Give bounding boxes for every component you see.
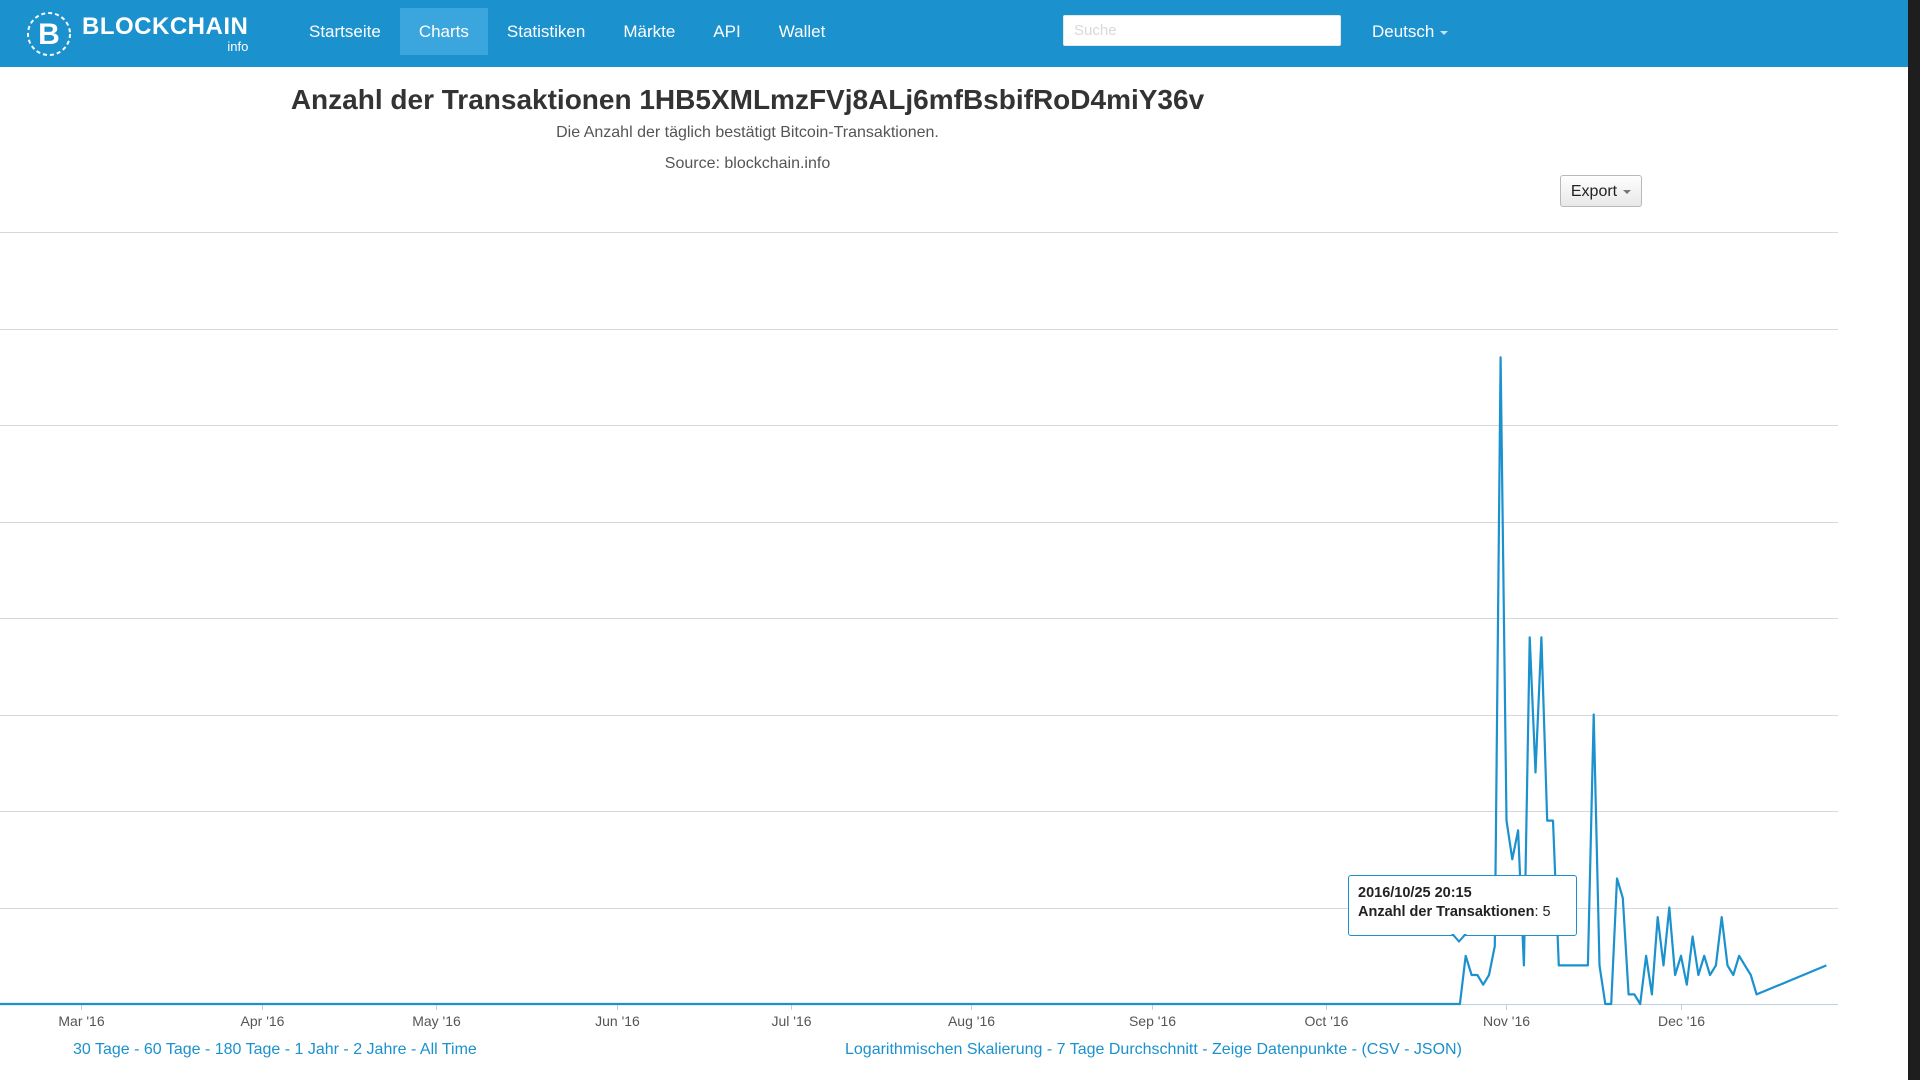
- option-link-show-datapoints[interactable]: Zeige Datenpunkte: [1212, 1041, 1347, 1058]
- export-link-json[interactable]: JSON: [1414, 1041, 1457, 1058]
- range-link-60-tage[interactable]: 60 Tage: [144, 1041, 201, 1058]
- range-link-all-time[interactable]: All Time: [420, 1041, 477, 1058]
- range-link-180-tage[interactable]: 180 Tage: [215, 1041, 281, 1058]
- x-tick-label: Sep '16: [1129, 1013, 1176, 1029]
- chart-option-links: Logarithmischen Skalierung - 7 Tage Durc…: [845, 1041, 1462, 1058]
- x-tick-label: Nov '16: [1483, 1013, 1530, 1029]
- option-link-7-day-average[interactable]: 7 Tage Durchschnitt: [1057, 1041, 1198, 1058]
- x-tick-label: Jun '16: [595, 1013, 640, 1029]
- chart-tooltip: 2016/10/25 20:15 Anzahl der Transaktione…: [1348, 875, 1577, 936]
- time-range-links: 30 Tage - 60 Tage - 180 Tage - 1 Jahr - …: [73, 1041, 477, 1058]
- tooltip-date: 2016/10/25 20:15: [1358, 885, 1472, 901]
- x-tick-label: Aug '16: [948, 1013, 995, 1029]
- range-link-2-jahre[interactable]: 2 Jahre: [353, 1041, 406, 1058]
- tooltip-pointer-inner: [1453, 933, 1465, 940]
- x-tick-label: Mar '16: [58, 1013, 104, 1029]
- x-tick-label: Dec '16: [1658, 1013, 1705, 1029]
- range-link-1-jahr[interactable]: 1 Jahr: [295, 1041, 339, 1058]
- x-tick-label: May '16: [412, 1013, 461, 1029]
- range-link-30-tage[interactable]: 30 Tage: [73, 1041, 130, 1058]
- option-link-log-scale[interactable]: Logarithmischen Skalierung: [845, 1041, 1042, 1058]
- tooltip-value: 5: [1542, 904, 1551, 920]
- x-tick-label: Apr '16: [241, 1013, 285, 1029]
- x-tick-label: Oct '16: [1305, 1013, 1349, 1029]
- x-tick-label: Jul '16: [771, 1013, 811, 1029]
- tooltip-series-label: Anzahl der Transaktionen: [1358, 904, 1535, 920]
- chart-plot: Mar '16 Apr '16 May '16 Jun '16 Jul '16 Aug '…: [0, 232, 1838, 1029]
- export-link-csv[interactable]: CSV: [1367, 1041, 1400, 1058]
